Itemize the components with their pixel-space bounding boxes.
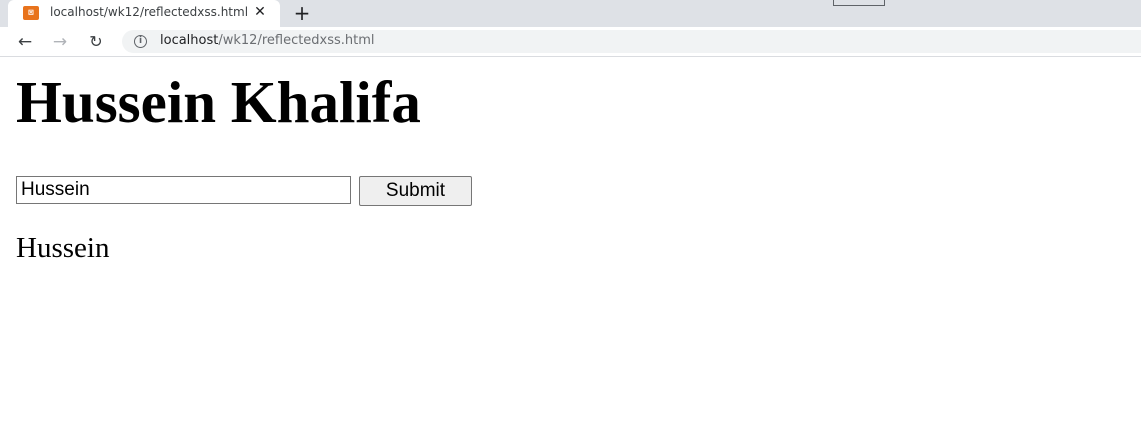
tab-active[interactable]: ⊠ localhost/wk12/reflectedxss.html ✕ bbox=[8, 0, 280, 27]
name-input[interactable] bbox=[16, 176, 351, 204]
tab-strip: ⊠ localhost/wk12/reflectedxss.html ✕ + bbox=[0, 0, 1141, 27]
page-heading: Hussein Khalifa bbox=[16, 69, 421, 135]
close-icon[interactable]: ✕ bbox=[252, 3, 268, 21]
xampp-favicon-icon: ⊠ bbox=[23, 6, 39, 20]
tab-title: localhost/wk12/reflectedxss.html bbox=[50, 5, 249, 19]
browser-toolbar: ← → ↻ i localhost/wk12/reflectedxss.html bbox=[0, 27, 1141, 57]
back-arrow-icon[interactable]: ← bbox=[14, 31, 36, 53]
submit-button[interactable]: Submit bbox=[359, 176, 472, 206]
info-icon[interactable]: i bbox=[134, 35, 147, 48]
url-text[interactable]: localhost/wk12/reflectedxss.html bbox=[160, 33, 375, 48]
url-host: localhost bbox=[160, 33, 219, 48]
window-control-button[interactable] bbox=[833, 0, 885, 6]
reload-icon[interactable]: ↻ bbox=[85, 31, 107, 53]
reflected-output: Hussein bbox=[16, 232, 110, 264]
address-bar[interactable]: i localhost/wk12/reflectedxss.html bbox=[122, 30, 1141, 53]
page-content: Hussein Khalifa Submit Hussein bbox=[0, 57, 1141, 435]
url-path: /wk12/reflectedxss.html bbox=[218, 33, 375, 48]
new-tab-button[interactable]: + bbox=[290, 2, 314, 24]
browser-window: ⊠ localhost/wk12/reflectedxss.html ✕ + ←… bbox=[0, 0, 1141, 435]
forward-arrow-icon[interactable]: → bbox=[49, 31, 71, 53]
